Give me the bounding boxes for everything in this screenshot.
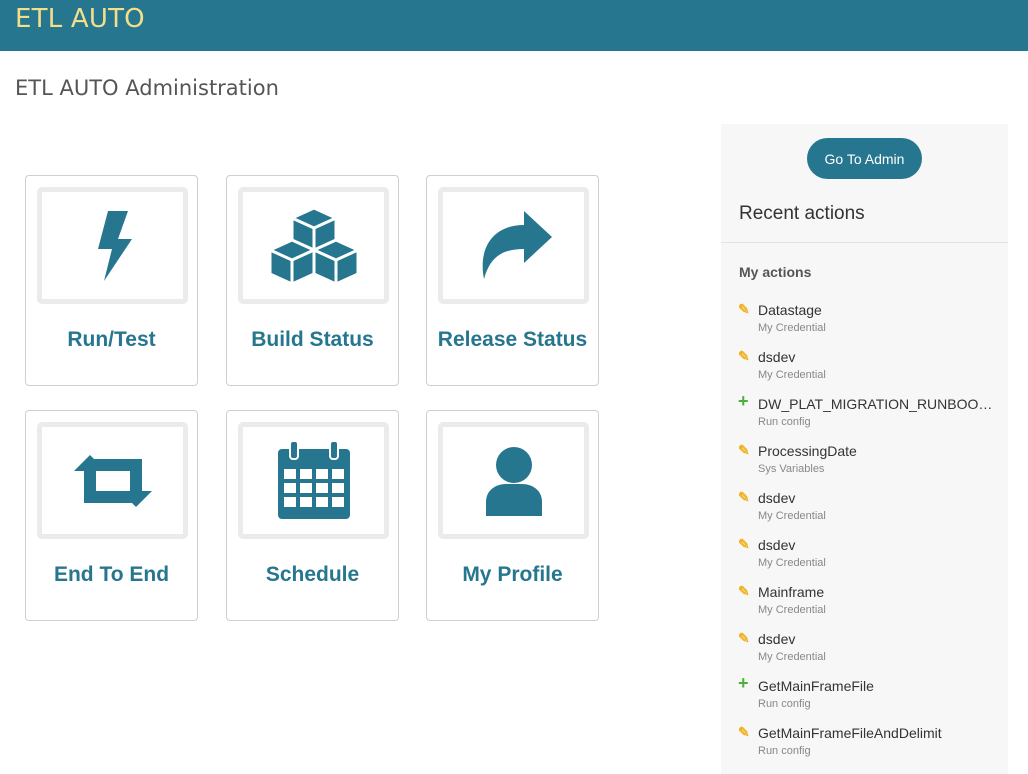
- user-icon: [485, 446, 542, 516]
- go-to-admin-button[interactable]: Go To Admin: [807, 138, 922, 179]
- plus-icon: +: [738, 391, 749, 411]
- tile-build-status[interactable]: Build Status: [226, 175, 399, 386]
- tile-my-profile[interactable]: My Profile: [426, 410, 599, 621]
- action-name[interactable]: Mainframe: [758, 584, 998, 600]
- divider: [721, 242, 1008, 243]
- tile-end-to-end[interactable]: End To End: [25, 410, 198, 621]
- brand-logo[interactable]: ETL AUTO: [15, 4, 145, 34]
- recent-actions-panel: Go To Admin Recent actions My actions ✎ D…: [721, 124, 1008, 774]
- tile-schedule[interactable]: Schedule: [226, 410, 399, 621]
- list-item[interactable]: ✎ dsdev My Credential: [738, 349, 1000, 396]
- action-name[interactable]: ProcessingDate: [758, 443, 998, 459]
- cubes-icon: [268, 206, 359, 285]
- action-name[interactable]: DW_PLAT_MIGRATION_RUNBOOK...: [758, 396, 998, 412]
- list-item[interactable]: + GetMainFrameFile Run config: [738, 673, 1000, 725]
- tile-label: Build Status: [251, 328, 374, 351]
- calendar-icon: [277, 440, 350, 519]
- list-item[interactable]: + DW_PLAT_MIGRATION_RUNBOOK... Run config: [738, 391, 1000, 443]
- tile-icon-frame: [438, 187, 589, 304]
- tile-label: Schedule: [265, 563, 360, 586]
- retweet-icon: [73, 454, 152, 507]
- action-type: My Credential: [758, 510, 826, 522]
- action-name[interactable]: dsdev: [758, 349, 998, 365]
- recent-actions-list: ✎ Datastage My Credential ✎ dsdev My Credent…: [738, 302, 1000, 772]
- action-name[interactable]: GetMainFrameFile: [758, 678, 998, 694]
- tile-label: My Profile: [462, 563, 563, 586]
- tile-run-test[interactable]: Run/Test: [25, 175, 198, 386]
- page-title: ETL AUTO Administration: [15, 76, 279, 100]
- tile-icon-frame: [238, 187, 389, 304]
- tile-label: Release Status: [437, 328, 588, 351]
- action-type: My Credential: [758, 322, 826, 334]
- action-type: Run config: [758, 745, 811, 757]
- list-item[interactable]: ✎ Datastage My Credential: [738, 302, 1000, 349]
- plus-icon: +: [738, 673, 749, 693]
- list-item[interactable]: ✎ GetMainFrameFileAndDelimit Run config: [738, 725, 1000, 772]
- list-item[interactable]: ✎ ProcessingDate Sys Variables: [738, 443, 1000, 490]
- list-item[interactable]: ✎ dsdev My Credential: [738, 490, 1000, 537]
- action-type: Run config: [758, 698, 811, 710]
- pencil-icon: ✎: [738, 489, 750, 505]
- action-type: My Credential: [758, 651, 826, 663]
- pencil-icon: ✎: [738, 583, 750, 599]
- tile-label: Run/Test: [67, 328, 156, 351]
- top-navbar: ETL AUTO: [0, 0, 1028, 51]
- tile-label: End To End: [53, 563, 170, 586]
- action-type: My Credential: [758, 557, 826, 569]
- tile-icon-frame: [37, 187, 188, 304]
- pencil-icon: ✎: [738, 442, 750, 458]
- list-item[interactable]: ✎ dsdev My Credential: [738, 631, 1000, 678]
- action-type: My Credential: [758, 369, 826, 381]
- action-name[interactable]: GetMainFrameFileAndDelimit: [758, 725, 998, 741]
- action-type: Run config: [758, 416, 811, 428]
- action-name[interactable]: dsdev: [758, 631, 998, 647]
- tile-icon-frame: [37, 422, 188, 539]
- tile-release-status[interactable]: Release Status: [426, 175, 599, 386]
- action-name[interactable]: Datastage: [758, 302, 998, 318]
- tile-icon-frame: [438, 422, 589, 539]
- recent-actions-title: Recent actions: [739, 203, 865, 224]
- list-item[interactable]: ✎ dsdev My Credential: [738, 537, 1000, 584]
- bolt-icon: [97, 210, 132, 281]
- share-arrow-icon: [482, 210, 552, 279]
- action-type: Sys Variables: [758, 463, 825, 475]
- action-name[interactable]: dsdev: [758, 537, 998, 553]
- pencil-icon: ✎: [738, 724, 750, 740]
- list-item[interactable]: ✎ Mainframe My Credential: [738, 584, 1000, 631]
- my-actions-heading: My actions: [739, 264, 812, 280]
- pencil-icon: ✎: [738, 630, 750, 646]
- action-type: My Credential: [758, 604, 826, 616]
- pencil-icon: ✎: [738, 536, 750, 552]
- pencil-icon: ✎: [738, 348, 750, 364]
- pencil-icon: ✎: [738, 301, 750, 317]
- action-name[interactable]: dsdev: [758, 490, 998, 506]
- tile-icon-frame: [238, 422, 389, 539]
